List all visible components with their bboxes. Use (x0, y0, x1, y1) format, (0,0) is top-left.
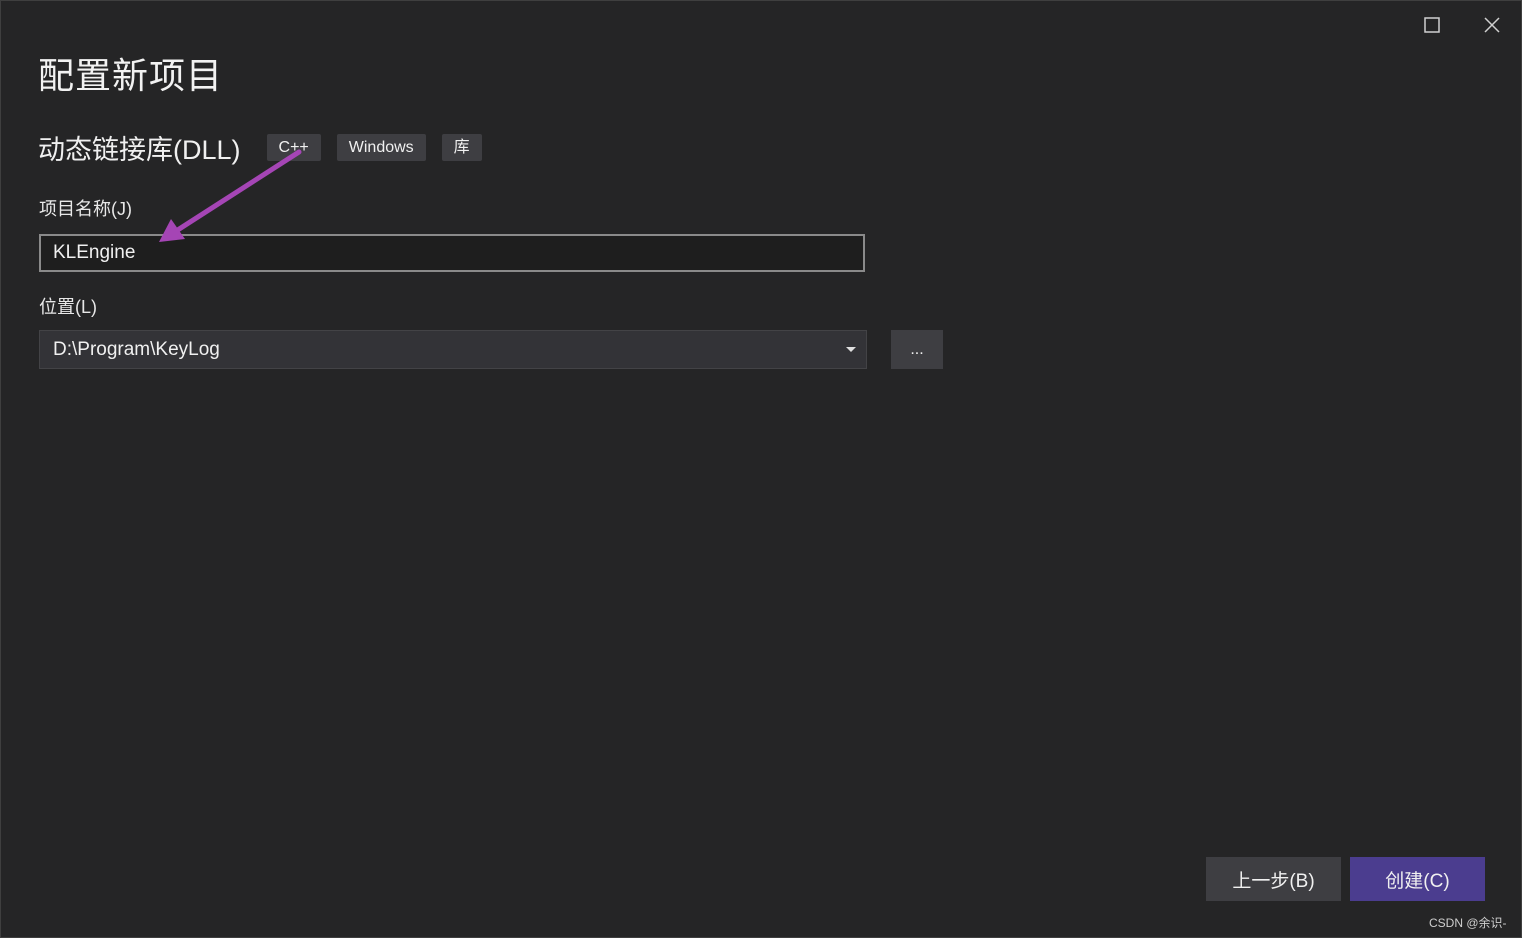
chevron-down-icon[interactable] (836, 346, 866, 353)
watermark: CSDN @余识- (1429, 916, 1507, 930)
browse-button[interactable]: ... (891, 330, 943, 369)
tag-project-type: 库 (441, 133, 482, 161)
tag-platform: Windows (336, 133, 426, 161)
location-label: 位置(L) (39, 297, 97, 317)
location-value: D:\Program\KeyLog (53, 338, 220, 360)
maximize-icon (1424, 17, 1440, 33)
back-button[interactable]: 上一步(B) (1206, 857, 1341, 901)
close-button[interactable] (1469, 7, 1515, 43)
location-dropdown[interactable]: D:\Program\KeyLog (39, 330, 867, 369)
configure-project-dialog: 配置新项目 动态链接库(DLL) C++ Windows 库 项目名称(J) 位… (0, 0, 1522, 938)
maximize-button[interactable] (1409, 7, 1455, 43)
template-info: 动态链接库(DLL) C++ Windows 库 (38, 127, 498, 167)
page-title: 配置新项目 (38, 55, 224, 96)
close-icon (1484, 17, 1500, 33)
tag-language: C++ (266, 133, 321, 161)
project-name-label: 项目名称(J) (39, 199, 132, 219)
template-name: 动态链接库(DLL) (38, 134, 241, 165)
create-button[interactable]: 创建(C) (1350, 857, 1485, 901)
project-name-input[interactable] (39, 234, 865, 272)
